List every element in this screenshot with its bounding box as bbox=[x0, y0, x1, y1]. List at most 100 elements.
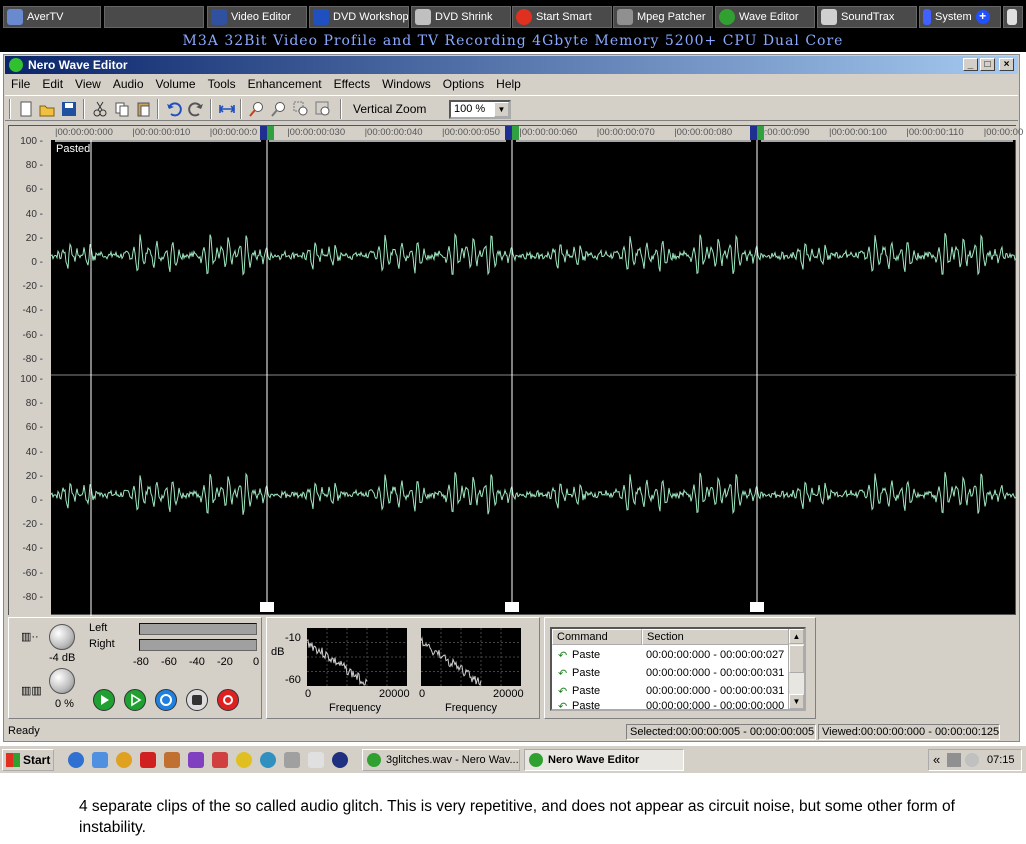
chevron-down-icon[interactable]: ▼ bbox=[494, 102, 509, 117]
app-icon[interactable] bbox=[260, 752, 276, 768]
clock[interactable]: 07:15 bbox=[987, 754, 1015, 766]
gear-icon[interactable] bbox=[284, 752, 300, 768]
spectrum-x-tick: 20000 bbox=[379, 688, 410, 700]
ruler-tick-label: |00:00:00:050 bbox=[442, 127, 500, 138]
zoom-all-icon[interactable] bbox=[314, 100, 332, 118]
app-icon[interactable] bbox=[212, 752, 228, 768]
history-scrollbar[interactable]: ▲ ▼ bbox=[788, 629, 804, 709]
history-row[interactable]: ↶ Paste 00:00:00:000 - 00:00:00:031 bbox=[552, 682, 784, 700]
launcher-soundtrax-button[interactable]: SoundTrax bbox=[817, 6, 917, 28]
record-button[interactable] bbox=[217, 689, 239, 711]
marker-handle-icon[interactable] bbox=[505, 602, 519, 612]
media-icon[interactable] bbox=[116, 752, 132, 768]
menu-tools[interactable]: Tools bbox=[202, 77, 242, 91]
paste-icon[interactable] bbox=[135, 100, 153, 118]
menu-volume[interactable]: Volume bbox=[150, 77, 202, 91]
section-column-header[interactable]: Section bbox=[642, 629, 790, 645]
play-button[interactable] bbox=[93, 689, 115, 711]
play-selection-button[interactable] bbox=[124, 689, 146, 711]
window-titlebar[interactable]: Nero Wave Editor _ □ × bbox=[5, 56, 1018, 74]
scroll-up-icon[interactable]: ▲ bbox=[789, 629, 804, 644]
menu-file[interactable]: File bbox=[5, 77, 36, 91]
history-row[interactable]: ↶ Paste 00:00:00:000 - 00:00:00:031 bbox=[552, 664, 784, 682]
launcher-video-editor-button[interactable]: Video Editor bbox=[207, 6, 307, 28]
cut-icon[interactable] bbox=[91, 100, 109, 118]
amplitude-tick-label: 100 - bbox=[20, 374, 43, 385]
copy-icon[interactable] bbox=[113, 100, 131, 118]
task-3glitches-wav[interactable]: 3glitches.wav - Nero Wav... bbox=[362, 749, 520, 771]
history-row[interactable]: ↶ Paste 00:00:00:000 - 00:00:00:027 bbox=[552, 646, 784, 664]
start-button[interactable]: Start bbox=[2, 749, 54, 771]
menu-view[interactable]: View bbox=[69, 77, 107, 91]
marker-flag-icon[interactable] bbox=[505, 126, 519, 140]
menu-options[interactable]: Options bbox=[437, 77, 490, 91]
launcher-notes-button[interactable] bbox=[1003, 6, 1023, 28]
tray-clock-icon[interactable] bbox=[965, 753, 979, 767]
waveform-plot[interactable] bbox=[51, 140, 1017, 616]
history-table[interactable]: Command Section ↶ Paste 00:00:00:000 - 0… bbox=[550, 627, 806, 711]
launcher-avertv-button[interactable]: AverTV bbox=[3, 6, 101, 28]
amplitude-tick-label: -80 - bbox=[22, 591, 43, 603]
scroll-down-icon[interactable]: ▼ bbox=[789, 694, 804, 709]
volume-panel: ▥·· -4 dB ▥▥ 0 % Left Right -80 -60 -40 … bbox=[8, 617, 262, 719]
scroll-thumb[interactable] bbox=[789, 645, 804, 673]
menu-help[interactable]: Help bbox=[490, 77, 527, 91]
ruler-tick-label: |00:00:00:100 bbox=[829, 127, 887, 138]
acrobat-icon[interactable] bbox=[140, 752, 156, 768]
stop-button[interactable] bbox=[186, 689, 208, 711]
menu-audio[interactable]: Audio bbox=[107, 77, 150, 91]
marker-handle-icon[interactable] bbox=[750, 602, 764, 612]
loop-button[interactable] bbox=[155, 689, 177, 711]
marker-handle-icon[interactable] bbox=[260, 602, 274, 612]
time-ruler[interactable]: |00:00:00:000 |00:00:00:010 |00:00:00:0 |00… bbox=[51, 126, 1023, 140]
launcher-blank-button[interactable] bbox=[104, 6, 204, 28]
launcher-dvd-shrink-button[interactable]: DVD Shrink bbox=[411, 6, 511, 28]
close-button[interactable]: × bbox=[999, 58, 1014, 71]
app-icon[interactable] bbox=[188, 752, 204, 768]
toolbar-separator bbox=[210, 99, 212, 119]
history-row[interactable]: ↶ Paste 00:00:00:000 - 00:00:00:000 bbox=[552, 700, 784, 709]
marker-flag-icon[interactable] bbox=[260, 126, 274, 140]
pasted-region-label: Pasted bbox=[56, 143, 91, 155]
open-folder-icon[interactable] bbox=[38, 100, 56, 118]
vertical-zoom-select[interactable]: 100 % ▼ bbox=[449, 100, 511, 119]
task-nero-wave-editor[interactable]: Nero Wave Editor bbox=[524, 749, 684, 771]
launcher-mpeg-patcher-button[interactable]: Mpeg Patcher bbox=[613, 6, 713, 28]
maximize-button[interactable]: □ bbox=[980, 58, 995, 71]
app-icon[interactable] bbox=[332, 752, 348, 768]
menu-edit[interactable]: Edit bbox=[36, 77, 69, 91]
menu-enhancement[interactable]: Enhancement bbox=[242, 77, 328, 91]
ruler-tick-label: |00:00:00:080 bbox=[674, 127, 733, 138]
launcher-start-smart-button[interactable]: Start Smart bbox=[512, 6, 612, 28]
toolbar-separator bbox=[340, 99, 342, 119]
menu-effects[interactable]: Effects bbox=[328, 77, 376, 91]
zoom-in-icon[interactable] bbox=[248, 100, 266, 118]
waveform-display[interactable]: 100 - 80 - 60 - 40 - 20 - 0 - -20 - -40 - -60 - -… bbox=[8, 125, 1023, 616]
zoom-out-icon[interactable] bbox=[270, 100, 288, 118]
nero-wave-editor-window: Nero Wave Editor _ □ × File Edit View Au… bbox=[3, 54, 1023, 742]
balance-knob[interactable] bbox=[49, 668, 75, 694]
save-icon[interactable] bbox=[60, 100, 78, 118]
fit-width-icon[interactable] bbox=[218, 100, 236, 118]
launcher-wave-editor-button[interactable]: Wave Editor bbox=[715, 6, 815, 28]
minimize-button[interactable]: _ bbox=[963, 58, 978, 71]
launcher-dvd-workshop-button[interactable]: DVD Workshop bbox=[309, 6, 409, 28]
volume-knob[interactable] bbox=[49, 624, 75, 650]
zoom-selection-icon[interactable] bbox=[292, 100, 310, 118]
marker-flag-icon[interactable] bbox=[750, 126, 764, 140]
new-file-icon[interactable] bbox=[17, 100, 35, 118]
command-column-header[interactable]: Command bbox=[552, 629, 642, 645]
desktop-icon[interactable] bbox=[92, 752, 108, 768]
help-icon[interactable] bbox=[308, 752, 324, 768]
tray-volume-icon[interactable] bbox=[947, 753, 961, 767]
ie-icon[interactable] bbox=[68, 752, 84, 768]
launcher-system-button[interactable]: System + bbox=[919, 6, 1001, 28]
app-icon[interactable] bbox=[164, 752, 180, 768]
menu-windows[interactable]: Windows bbox=[376, 77, 437, 91]
undo-icon[interactable] bbox=[165, 100, 183, 118]
toolbar-separator bbox=[157, 99, 159, 119]
app-icon[interactable] bbox=[236, 752, 252, 768]
tray-expand-button[interactable]: « bbox=[933, 752, 940, 767]
redo-icon[interactable] bbox=[187, 100, 205, 118]
spectrum-y-tick: -60 bbox=[285, 674, 301, 686]
